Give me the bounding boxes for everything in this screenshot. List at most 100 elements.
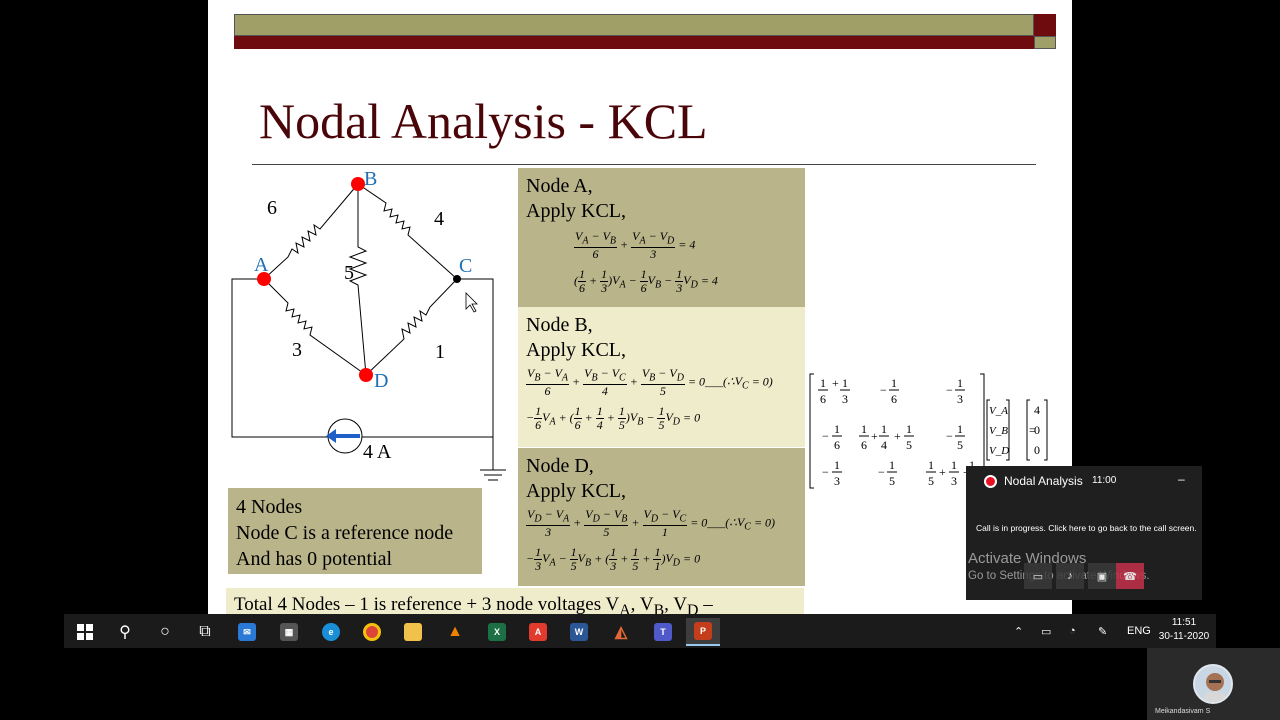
- node-b-kcl: Apply KCL,: [526, 339, 626, 361]
- cortana-icon: ○: [160, 623, 170, 640]
- edge-icon: e: [322, 623, 340, 641]
- camera-button[interactable]: ▭: [1024, 563, 1052, 589]
- nodes-note-line-1: 4 Nodes: [236, 496, 303, 518]
- tray-wifi[interactable]: ◔: [1069, 614, 1076, 648]
- share-screen-icon: ▣: [1096, 570, 1108, 583]
- svg-text:5: 5: [889, 474, 895, 488]
- svg-text:1: 1: [891, 376, 897, 390]
- matrix-rhs-2: 0: [1034, 423, 1040, 437]
- svg-text:1: 1: [957, 376, 963, 390]
- call-message[interactable]: Call is in progress. Click here to go ba…: [976, 523, 1197, 533]
- svg-text:3: 3: [957, 392, 963, 406]
- resistor-bc: [357, 183, 458, 280]
- taskbar-mail[interactable]: ✉: [230, 618, 264, 646]
- svg-text:1: 1: [820, 376, 826, 390]
- taskbar-store[interactable]: ▦: [272, 618, 306, 646]
- node-d-box: Node D, Apply KCL, VD − VA 3 + VD − VB 5 +…: [518, 448, 805, 586]
- taskbar-vlc[interactable]: ▲: [438, 618, 472, 646]
- node-d-equation-2: −1 3 VA − 1 5 VB + (1 3 + 15 + 1 1)VD = 0: [526, 545, 701, 573]
- svg-text:4: 4: [881, 438, 887, 452]
- cortana-button[interactable]: ○: [148, 618, 182, 646]
- tray-chevron[interactable]: ⌃: [1014, 614, 1023, 648]
- node-a-equation-2: (1 6 + 1 3)VA − 1 6 VB − 1 3 VD = 4: [574, 267, 718, 295]
- svg-text:+: +: [871, 429, 878, 443]
- mic-button[interactable]: ♪: [1056, 563, 1084, 589]
- svg-text:−: −: [946, 383, 953, 397]
- taskbar-word[interactable]: W: [562, 618, 596, 646]
- svg-text:1: 1: [951, 458, 957, 472]
- label-r-ab: 6: [267, 197, 277, 219]
- matrix-v-a: V_A: [989, 405, 1008, 417]
- taskbar-chrome[interactable]: [355, 618, 389, 646]
- pdf-icon: A: [529, 623, 547, 641]
- taskbar-file-explorer[interactable]: [396, 618, 430, 646]
- total-nodes-line: Total 4 Nodes – 1 is reference + 3 node …: [226, 588, 804, 614]
- call-title: Nodal Analysis: [1004, 474, 1083, 488]
- taskbar-pdf[interactable]: A: [521, 618, 555, 646]
- presenter-avatar: [1193, 664, 1233, 704]
- svg-text:1: 1: [834, 422, 840, 436]
- svg-text:1: 1: [881, 422, 887, 436]
- circuit-diagram: A B C D 6 4 5 3 1 4 A: [231, 168, 506, 481]
- taskbar-matlab[interactable]: ◭: [604, 618, 638, 646]
- svg-text:−: −: [946, 429, 953, 443]
- chrome-icon: [363, 623, 381, 641]
- minimize-button[interactable]: –: [1178, 472, 1185, 486]
- taskbar-clock[interactable]: 11:51 30-11-2020: [1156, 616, 1212, 644]
- tray-battery[interactable]: ▭: [1041, 614, 1051, 648]
- node-a-equation-1: VA − VB 6 + VA − VD 3 = 4: [574, 229, 696, 262]
- taskbar-powerpoint[interactable]: P: [686, 618, 720, 646]
- node-d-equation-1: VD − VA 3 + VD − VB 5 + VD − VC 1 = 0___(∴V…: [526, 507, 776, 540]
- hang-up-icon: ☎: [1123, 570, 1137, 583]
- taskbar-teams[interactable]: T: [646, 618, 680, 646]
- windows-icon: [77, 624, 93, 640]
- taskbar-edge[interactable]: e: [314, 618, 348, 646]
- label-r-cd: 1: [435, 341, 445, 363]
- node-b-heading: Node B,: [526, 314, 593, 336]
- excel-icon: X: [488, 623, 506, 641]
- svg-text:1: 1: [861, 422, 867, 436]
- call-popup[interactable]: Nodal Analysis 11:00 – Call is in progre…: [966, 466, 1202, 600]
- label-r-bc: 4: [434, 208, 444, 230]
- task-view-button[interactable]: ⧉: [188, 618, 222, 646]
- node-dot-d: [359, 368, 373, 382]
- nodes-note-box: 4 Nodes Node C is a reference node And h…: [228, 488, 482, 574]
- node-d-kcl: Apply KCL,: [526, 480, 626, 502]
- presenter-video[interactable]: Meikandasivam S: [1147, 648, 1280, 720]
- recording-icon: [984, 475, 997, 488]
- mouse-cursor: [465, 292, 478, 313]
- chevron-up-icon: ⌃: [1014, 625, 1024, 638]
- camera-icon: ▭: [1032, 570, 1044, 583]
- matlab-icon: ◭: [614, 624, 628, 641]
- mail-icon: ✉: [238, 623, 256, 641]
- slide-corner-square-maroon: [1034, 14, 1056, 36]
- svg-text:5: 5: [957, 438, 963, 452]
- svg-text:+: +: [939, 465, 946, 479]
- svg-text:−: −: [878, 465, 885, 479]
- node-a-heading: Node A,: [526, 175, 593, 197]
- search-button[interactable]: ⚲: [108, 618, 142, 646]
- svg-text:1: 1: [842, 376, 848, 390]
- share-button[interactable]: ▣: [1088, 563, 1116, 589]
- svg-text:1: 1: [906, 422, 912, 436]
- svg-text:−: −: [822, 429, 829, 443]
- teams-icon: T: [654, 623, 672, 641]
- svg-text:+: +: [832, 376, 839, 390]
- clock-time: 11:51: [1171, 617, 1197, 628]
- nodes-note-line-2: Node C is a reference node: [236, 522, 454, 544]
- slide-title: Nodal Analysis - KCL: [259, 93, 708, 149]
- task-view-icon: ⧉: [199, 623, 211, 640]
- svg-text:3: 3: [951, 474, 957, 488]
- tray-pen[interactable]: ✎: [1098, 614, 1107, 648]
- svg-text:6: 6: [834, 438, 840, 452]
- hang-up-button[interactable]: ☎: [1116, 563, 1144, 589]
- start-button[interactable]: [68, 618, 102, 646]
- clock-date: 30-11-2020: [1158, 631, 1210, 642]
- tray-language[interactable]: ENG: [1127, 614, 1151, 648]
- taskbar-excel[interactable]: X: [480, 618, 514, 646]
- slide-top-bar-maroon: [234, 36, 1034, 49]
- node-b-equation-2: −1 6 VA + (1 6 + 14 + 1 5)VB − 1 5 VD = 0: [526, 404, 701, 432]
- svg-text:6: 6: [891, 392, 897, 406]
- svg-text:1: 1: [889, 458, 895, 472]
- node-dot-b: [351, 177, 365, 191]
